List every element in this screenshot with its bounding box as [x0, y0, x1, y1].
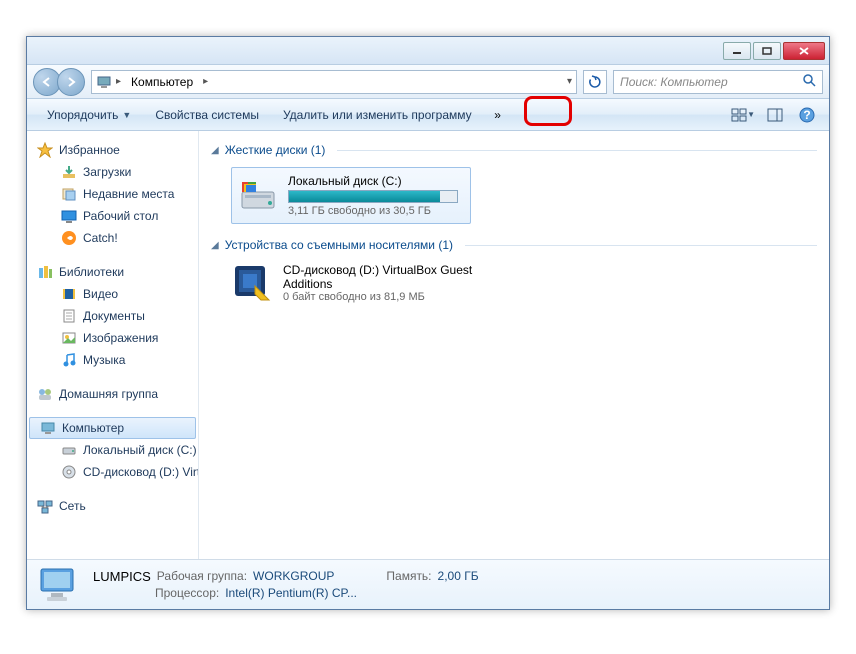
workgroup-value: WORKGROUP	[253, 569, 334, 584]
catch-icon	[61, 230, 77, 246]
content-pane: ◢ Жесткие диски (1) Локальный диск (C:) …	[199, 131, 829, 559]
favorites-label: Избранное	[59, 143, 120, 157]
sidebar-item-recent[interactable]: Недавние места	[27, 183, 198, 205]
sidebar-item-pictures[interactable]: Изображения	[27, 327, 198, 349]
help-button[interactable]: ?	[795, 105, 819, 125]
device-free-text: 0 байт свободно из 81,9 МБ	[283, 291, 503, 303]
details-pane: LUMPICS Рабочая группа: WORKGROUP Память…	[27, 559, 829, 609]
device-name: CD-дисковод (D:) VirtualBox Guest Additi…	[283, 263, 503, 291]
collapse-triangle-icon: ◢	[211, 145, 219, 156]
drive-free-text: 3,11 ГБ свободно из 30,5 ГБ	[288, 205, 458, 217]
recent-icon	[61, 186, 77, 202]
sidebar-item-downloads[interactable]: Загрузки	[27, 161, 198, 183]
command-bar: Упорядочить ▼ Свойства системы Удалить и…	[27, 99, 829, 131]
category-removable[interactable]: ◢ Устройства со съемными носителями (1)	[211, 234, 817, 256]
sidebar-homegroup[interactable]: Домашняя группа	[27, 383, 198, 405]
chevron-right-icon[interactable]: ▸	[116, 76, 121, 87]
sidebar-item-videos[interactable]: Видео	[27, 283, 198, 305]
maximize-button[interactable]	[753, 42, 781, 60]
drive-local-c[interactable]: Локальный диск (C:) 3,11 ГБ свободно из …	[231, 167, 471, 224]
desktop-icon	[61, 208, 77, 224]
drive-space-bar	[288, 190, 458, 203]
sidebar-item-music[interactable]: Музыка	[27, 349, 198, 371]
sidebar-computer[interactable]: Компьютер	[29, 417, 196, 439]
cpu-value: Intel(R) Pentium(R) CP...	[225, 586, 357, 600]
help-icon: ?	[799, 107, 815, 123]
network-label: Сеть	[59, 499, 86, 513]
collapse-triangle-icon: ◢	[211, 240, 219, 251]
refresh-button[interactable]	[583, 70, 607, 94]
refresh-icon	[588, 75, 602, 89]
minimize-button[interactable]	[723, 42, 751, 60]
sidebar-libraries-header[interactable]: Библиотеки	[27, 261, 198, 283]
search-icon	[802, 73, 816, 90]
sidebar-item-catch[interactable]: Catch!	[27, 227, 198, 249]
titlebar	[27, 37, 829, 65]
pictures-icon	[61, 330, 77, 346]
maximize-icon	[762, 47, 772, 55]
music-icon	[61, 352, 77, 368]
computer-icon	[96, 74, 112, 90]
chevron-down-icon: ▼	[122, 110, 131, 120]
explorer-window: ▸ Компьютер ▸ ▾ Поиск: Компьютер Упорядо…	[26, 36, 830, 610]
hard-drive-icon	[238, 178, 278, 214]
category-hard-drives[interactable]: ◢ Жесткие диски (1)	[211, 139, 817, 161]
workgroup-label: Рабочая группа:	[157, 569, 247, 584]
view-options-button[interactable]: ▼	[731, 105, 755, 125]
sidebar-favorites-header[interactable]: Избранное	[27, 139, 198, 161]
close-icon	[799, 47, 809, 55]
organize-menu[interactable]: Упорядочить ▼	[37, 104, 141, 126]
address-dropdown-icon[interactable]: ▾	[567, 76, 572, 87]
address-bar[interactable]: ▸ Компьютер ▸ ▾	[91, 70, 577, 94]
drive-name: Локальный диск (C:)	[288, 174, 458, 188]
preview-pane-button[interactable]	[763, 105, 787, 125]
breadcrumb-computer[interactable]: Компьютер	[125, 73, 199, 91]
star-icon	[37, 142, 53, 158]
homegroup-icon	[37, 386, 53, 402]
minimize-icon	[732, 47, 742, 55]
computer-icon	[40, 420, 56, 436]
network-icon	[37, 498, 53, 514]
forward-button[interactable]	[57, 68, 85, 96]
computer-large-icon	[37, 565, 81, 605]
body: Избранное Загрузки Недавние места Рабочи…	[27, 131, 829, 559]
downloads-icon	[61, 164, 77, 180]
computer-name: LUMPICS	[93, 569, 151, 584]
device-cd-drive[interactable]: CD-дисковод (D:) VirtualBox Guest Additi…	[231, 262, 817, 304]
toolbar-overflow-button[interactable]: »	[486, 105, 510, 125]
chevron-right-icon[interactable]: ▸	[203, 76, 208, 87]
back-arrow-icon	[41, 76, 53, 88]
homegroup-label: Домашняя группа	[59, 387, 158, 401]
navigation-bar: ▸ Компьютер ▸ ▾ Поиск: Компьютер	[27, 65, 829, 99]
view-icon	[731, 108, 747, 122]
forward-arrow-icon	[65, 76, 77, 88]
svg-text:?: ?	[803, 108, 810, 122]
preview-pane-icon	[767, 108, 783, 122]
cpu-label: Процессор:	[155, 586, 219, 600]
sidebar-item-cd-drive[interactable]: CD-дисковод (D:) VirtualBox Guest Additi…	[27, 461, 198, 483]
search-input[interactable]: Поиск: Компьютер	[613, 70, 823, 94]
documents-icon	[61, 308, 77, 324]
memory-label: Память:	[386, 569, 431, 584]
sidebar-network[interactable]: Сеть	[27, 495, 198, 517]
cd-icon	[61, 464, 77, 480]
chevron-down-icon: ▼	[747, 110, 755, 119]
uninstall-program-button[interactable]: Удалить или изменить программу	[273, 104, 482, 126]
virtualbox-cd-icon	[231, 262, 273, 304]
libraries-label: Библиотеки	[59, 265, 124, 279]
sidebar-item-desktop[interactable]: Рабочий стол	[27, 205, 198, 227]
computer-label: Компьютер	[62, 421, 124, 435]
libraries-icon	[37, 264, 53, 280]
video-icon	[61, 286, 77, 302]
sidebar-item-local-disk[interactable]: Локальный диск (C:)	[27, 439, 198, 461]
system-properties-button[interactable]: Свойства системы	[145, 104, 269, 126]
sidebar-item-documents[interactable]: Документы	[27, 305, 198, 327]
drive-icon	[61, 442, 77, 458]
memory-value: 2,00 ГБ	[438, 569, 479, 584]
close-button[interactable]	[783, 42, 825, 60]
organize-label: Упорядочить	[47, 108, 118, 122]
nav-buttons	[33, 68, 85, 96]
navigation-pane: Избранное Загрузки Недавние места Рабочи…	[27, 131, 199, 559]
search-placeholder: Поиск: Компьютер	[620, 75, 728, 89]
